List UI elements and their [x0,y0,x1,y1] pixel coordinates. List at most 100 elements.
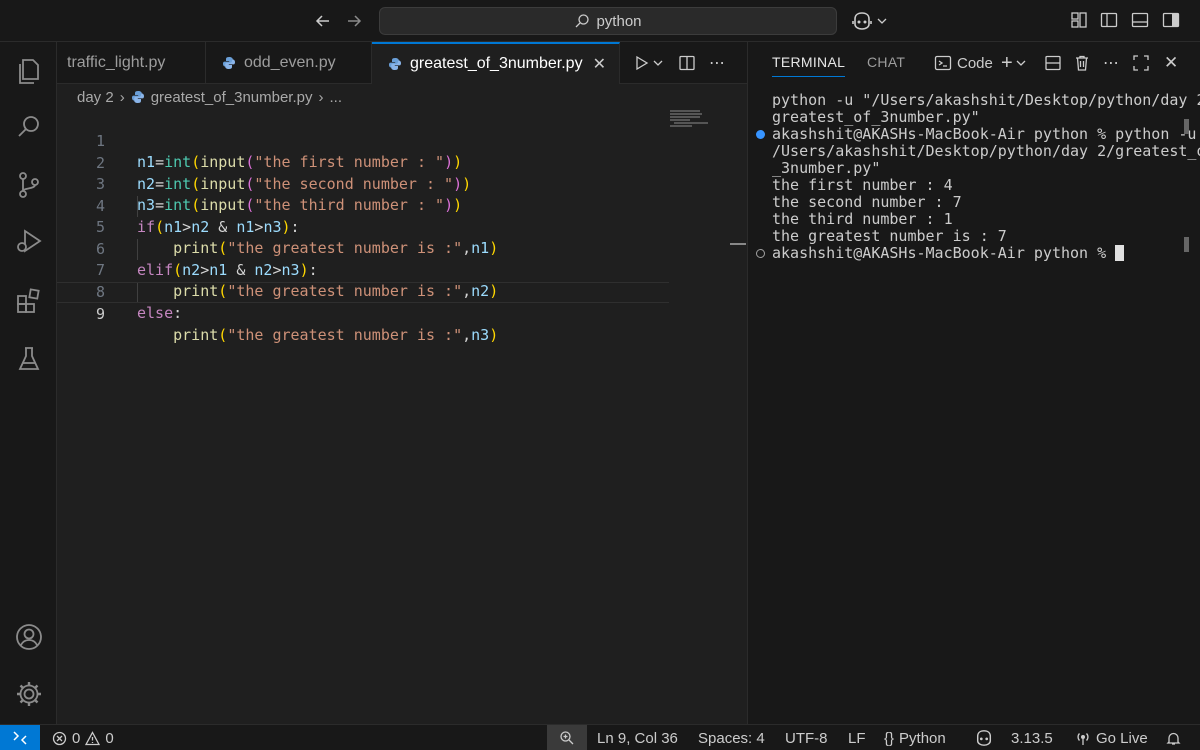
python-file-icon [223,57,235,69]
command-success-dot[interactable] [756,130,765,139]
terminal-line: the first number : 4 [772,176,953,194]
warning-icon [85,730,101,745]
tab-label: odd_even.py [244,54,336,71]
plus-icon: + [1001,51,1013,74]
source-control-icon[interactable] [14,170,44,200]
python-interpreter[interactable]: 3.13.5 [1011,725,1053,750]
notifications-bell-icon[interactable] [1166,725,1181,750]
terminal-kind-label: Code [957,54,993,72]
code-line[interactable]: 5 print("the greatest number is :",n1) [57,196,669,257]
indentation[interactable]: Spaces: 4 [698,725,765,750]
activity-bar [0,42,57,724]
tab-terminal[interactable]: TERMINAL [772,54,846,77]
scrollbar-mark [1184,237,1189,252]
remote-indicator-button[interactable] [0,725,40,750]
minimap[interactable] [670,110,710,130]
testing-icon[interactable] [14,344,44,374]
terminal-prompt: akashshit@AKASHs-MacBook-Air python % [772,244,1125,262]
split-terminal-icon[interactable] [1044,53,1062,73]
chevron-down-icon [1016,60,1026,66]
copilot-button[interactable] [851,10,887,32]
code-line[interactable]: 6 elif(n2>n1 & n2>n3): [57,218,669,279]
close-icon[interactable]: ✕ [1164,53,1178,73]
toggle-primary-sidebar-icon[interactable] [1100,11,1120,31]
code-line[interactable]: 8 else: [57,261,669,322]
overview-ruler-mark [730,243,746,245]
terminal-line: the greatest number is : 7 [772,227,1007,245]
trash-icon[interactable] [1073,53,1091,73]
toggle-panel-icon[interactable] [1131,11,1151,31]
zoom-button[interactable] [547,725,587,750]
terminal-line: akashshit@AKASHs-MacBook-Air python % py… [772,125,1200,143]
chevron-down-icon [877,18,887,24]
extensions-icon[interactable] [14,286,44,316]
error-count: 0 [72,729,81,747]
terminal-line: python -u "/Users/akashshit/Desktop/pyth… [772,91,1200,109]
status-bar: 0 0 Ln 9, Col 36 Spaces: 4 UTF-8 LF {} P… [0,724,1200,750]
terminal-selector[interactable]: Code [934,53,993,73]
problems-indicator[interactable]: 0 0 [52,725,114,750]
command-pending-dot[interactable] [756,249,765,258]
go-live-label: Go Live [1096,729,1148,747]
run-options-chevron-icon[interactable] [651,53,665,73]
search-text: python [596,12,642,30]
breadcrumb-file[interactable]: greatest_of_3number.py [151,89,313,106]
copilot-icon [976,730,992,746]
copilot-icon [852,12,872,30]
breadcrumb-more[interactable]: ... [329,89,342,106]
customize-layout-icon[interactable] [1070,11,1090,31]
code-line[interactable]: 3 n3=int(input("the third number : ")) [57,153,669,214]
more-actions-icon[interactable]: ⋯ [1103,53,1119,73]
tab-odd-even[interactable]: odd_even.py [206,42,372,84]
new-terminal-button[interactable]: + [1001,51,1026,74]
line-number: 9 [95,305,105,323]
play-icon [636,55,649,71]
run-debug-icon[interactable] [14,226,44,256]
arrow-right-icon[interactable] [342,9,366,33]
breadcrumb-folder[interactable]: day 2 [77,89,114,106]
terminal-line: /Users/akashshit/Desktop/python/day 2/gr… [772,142,1200,160]
maximize-panel-icon[interactable] [1132,53,1150,73]
arrow-left-icon[interactable] [311,9,335,33]
title-bar: python [0,0,1200,42]
code-line[interactable]: 2 n2=int(input("the second number : ")) [57,132,669,193]
terminal-icon [934,55,952,71]
chevron-right-icon: › [119,88,125,106]
code-line[interactable]: 4 if(n1>n2 & n1>n3): [57,175,669,236]
explorer-icon[interactable] [14,56,44,86]
scrollbar-mark [1184,119,1189,134]
gear-icon[interactable] [14,679,44,709]
account-icon[interactable] [14,622,44,652]
remote-icon [13,731,27,745]
close-icon[interactable]: ✕ [593,54,606,74]
run-python-file-button[interactable] [631,53,651,73]
editor-tabs: traffic_light.py odd_even.py greatest_of… [57,42,747,84]
code-editor[interactable]: 1 n1=int(input("the first number : ")) 2… [57,110,747,724]
terminal-line: _3number.py" [772,159,881,177]
split-editor-icon[interactable] [677,53,697,73]
search-icon[interactable] [14,112,44,142]
python-file-icon [389,58,401,70]
tab-label: traffic_light.py [67,54,166,71]
tab-greatest-of-3number[interactable]: greatest_of_3number.py ✕ [372,42,620,84]
chevron-right-icon: › [318,88,324,106]
cursor-position[interactable]: Ln 9, Col 36 [597,725,678,750]
language-mode[interactable]: {} Python [884,725,946,750]
command-center-search[interactable]: python [379,7,837,35]
tab-chat[interactable]: CHAT [867,54,905,70]
broadcast-icon [1077,733,1089,745]
encoding[interactable]: UTF-8 [785,725,828,750]
code-line-current[interactable]: 9 print("the greatest number is :",n3) [57,282,669,344]
error-icon [52,731,67,745]
tab-traffic-light[interactable]: traffic_light.py [57,42,206,84]
toggle-secondary-sidebar-icon[interactable] [1162,11,1182,31]
terminal-line: the third number : 1 [772,210,953,228]
copilot-status[interactable] [974,725,994,750]
more-actions-icon[interactable]: ⋯ [707,53,727,73]
code-line[interactable]: 7 print("the greatest number is :",n2) [57,239,669,300]
go-live-button[interactable]: Go Live [1075,725,1148,750]
end-of-line[interactable]: LF [848,725,866,750]
terminal-prompt-text: akashshit@AKASHs-MacBook-Air python % [772,244,1116,262]
terminal-cursor [1115,245,1125,261]
code-line[interactable]: 1 n1=int(input("the first number : ")) [57,110,669,171]
